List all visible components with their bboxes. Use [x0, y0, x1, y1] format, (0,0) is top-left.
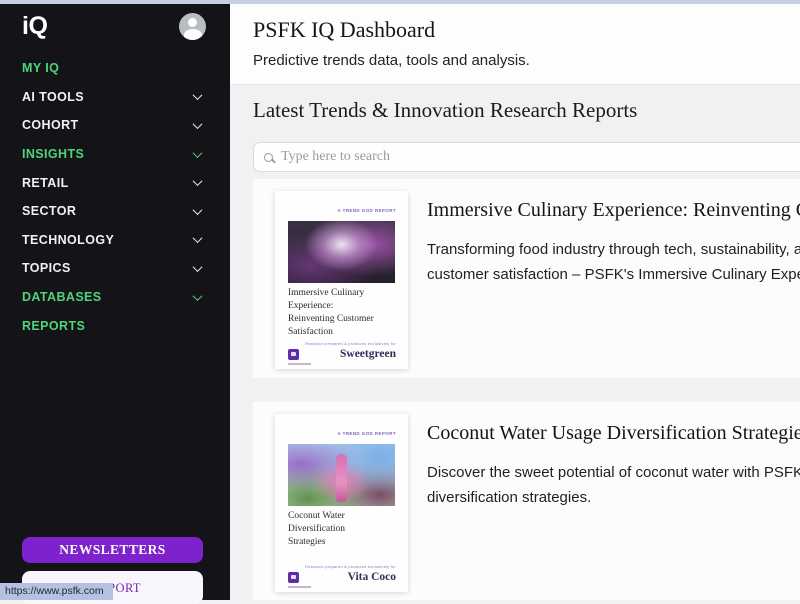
cover-footer: Research prepared & produced exclusively… [288, 564, 396, 583]
cover-title: Coconut Water Diversification Strategies [288, 510, 345, 549]
sidebar-item-label: DATABASES [22, 290, 102, 304]
report-thumbnail[interactable]: A TREND GOD REPORT Immersive Culinary Ex… [275, 191, 408, 369]
sidebar-item-label: REPORTS [22, 319, 85, 333]
page-title: PSFK IQ Dashboard [253, 17, 800, 43]
chevron-down-icon [193, 291, 203, 301]
sidebar: iQ MY IQ AI TOOLS COHORT INSIGHTS RETAIL… [0, 4, 230, 600]
brand-block: Research prepared & produced exclusively… [305, 341, 396, 360]
cover-kicker: A TREND GOD REPORT [337, 208, 396, 213]
report-description: Transforming food industry through tech,… [427, 238, 800, 287]
psfk-logo-icon [288, 572, 299, 583]
sidebar-item-databases[interactable]: DATABASES [0, 283, 230, 312]
page-subtitle: Predictive trends data, tools and analys… [253, 52, 800, 69]
reports-section: Latest Trends & Innovation Research Repo… [230, 85, 800, 600]
sidebar-item-sector[interactable]: SECTOR [0, 197, 230, 226]
publisher-caption [288, 586, 311, 588]
report-title-link[interactable]: Immersive Culinary Experience: Reinventi… [427, 199, 800, 222]
chevron-down-icon [193, 205, 203, 215]
sidebar-item-cohort[interactable]: COHORT [0, 111, 230, 140]
chevron-down-icon [193, 91, 203, 101]
cover-footer: Research prepared & produced exclusively… [288, 341, 396, 360]
chevron-down-icon [193, 119, 203, 129]
report-card-coconut-water[interactable]: A TREND GOD REPORT Coconut Water Diversi… [253, 402, 800, 600]
sidebar-header: iQ [0, 4, 230, 47]
bottle-illustration [336, 454, 347, 502]
chevron-down-icon [193, 176, 203, 186]
search-box[interactable] [253, 142, 800, 172]
search-icon [264, 153, 273, 162]
section-heading: Latest Trends & Innovation Research Repo… [253, 98, 800, 123]
brand-name: Sweetgreen [305, 348, 396, 360]
cover-photo [288, 221, 395, 283]
report-card-text: Coconut Water Usage Diversification Stra… [427, 414, 800, 600]
main-content: PSFK IQ Dashboard Predictive trends data… [230, 4, 800, 600]
sidebar-item-label: TOPICS [22, 261, 71, 275]
sidebar-item-label: TECHNOLOGY [22, 233, 114, 247]
sidebar-item-label: RETAIL [22, 176, 69, 190]
sidebar-item-technology[interactable]: TECHNOLOGY [0, 226, 230, 255]
sidebar-item-label: INSIGHTS [22, 147, 84, 161]
sidebar-item-insights[interactable]: INSIGHTS [0, 140, 230, 169]
chevron-down-icon [193, 148, 203, 158]
cover-credit-line: Research prepared & produced exclusively… [305, 341, 396, 346]
sidebar-item-label: AI TOOLS [22, 90, 84, 104]
user-avatar-icon[interactable] [179, 13, 206, 40]
report-thumbnail[interactable]: A TREND GOD REPORT Coconut Water Diversi… [275, 414, 408, 592]
cover-credit-line: Research prepared & produced exclusively… [305, 564, 396, 569]
psfk-logo-icon [288, 349, 299, 360]
sidebar-item-label: COHORT [22, 118, 79, 132]
sidebar-item-my-iq[interactable]: MY IQ [0, 54, 230, 83]
search-input[interactable] [281, 149, 800, 165]
cover-photo [288, 444, 395, 506]
cover-kicker: A TREND GOD REPORT [337, 431, 396, 436]
brand-name: Vita Coco [305, 571, 396, 583]
brand-block: Research prepared & produced exclusively… [305, 564, 396, 583]
sidebar-item-label: MY IQ [22, 61, 59, 75]
page-header: PSFK IQ Dashboard Predictive trends data… [230, 4, 800, 85]
publisher-caption [288, 363, 311, 365]
report-description: Discover the sweet potential of coconut … [427, 461, 800, 510]
sidebar-item-label: SECTOR [22, 204, 76, 218]
window-top-edge [0, 0, 800, 4]
report-card-text: Immersive Culinary Experience: Reinventi… [427, 191, 800, 369]
sidebar-item-topics[interactable]: TOPICS [0, 254, 230, 283]
status-bar-url: https://www.psfk.com [0, 583, 113, 600]
iq-logo: iQ [22, 12, 47, 41]
cover-title: Immersive Culinary Experience: Reinventi… [288, 287, 374, 339]
sidebar-item-retail[interactable]: RETAIL [0, 168, 230, 197]
sidebar-item-reports[interactable]: REPORTS [0, 311, 230, 340]
chevron-down-icon [193, 233, 203, 243]
sidebar-item-ai-tools[interactable]: AI TOOLS [0, 83, 230, 112]
chevron-down-icon [193, 262, 203, 272]
newsletters-button[interactable]: NEWSLETTERS [22, 537, 203, 563]
report-card-immersive-culinary[interactable]: A TREND GOD REPORT Immersive Culinary Ex… [253, 179, 800, 378]
report-title-link[interactable]: Coconut Water Usage Diversification Stra… [427, 422, 800, 445]
sidebar-nav: MY IQ AI TOOLS COHORT INSIGHTS RETAIL SE… [0, 47, 230, 340]
